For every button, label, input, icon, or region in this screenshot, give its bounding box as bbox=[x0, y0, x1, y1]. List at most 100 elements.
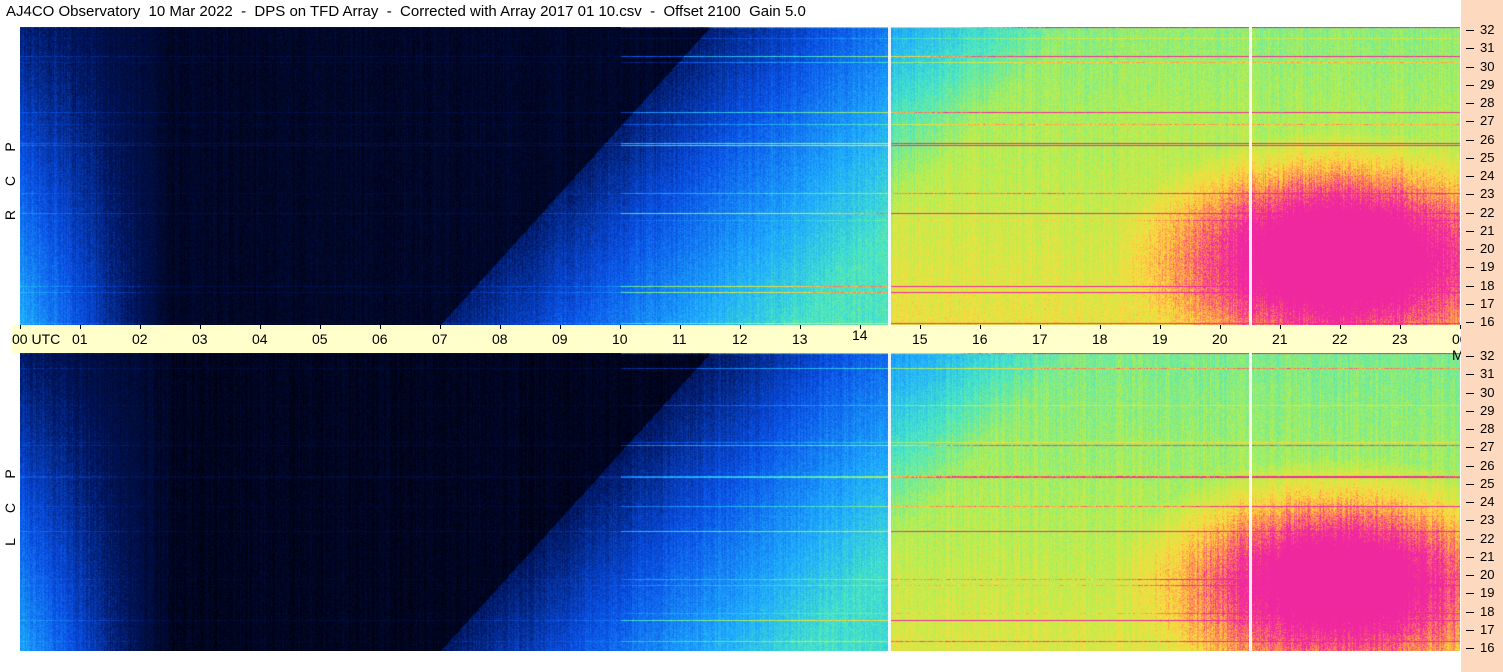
utc-tick bbox=[140, 325, 141, 329]
frequency-tick-label: 26 bbox=[1480, 457, 1495, 473]
utc-tick bbox=[380, 325, 381, 329]
rcp-spectrogram bbox=[20, 27, 1460, 325]
utc-tick-label: 13 bbox=[792, 331, 808, 347]
utc-tick bbox=[860, 325, 861, 329]
utc-tick-label: 10 bbox=[612, 331, 628, 347]
utc-tick-label: 09 bbox=[552, 331, 568, 347]
frequency-tick bbox=[1466, 322, 1474, 323]
utc-tick-label: 11 bbox=[672, 331, 687, 347]
pol-letter: C bbox=[2, 502, 18, 514]
utc-tick bbox=[1100, 325, 1101, 329]
time-marker-1 bbox=[888, 27, 891, 325]
frequency-tick-label: 19 bbox=[1480, 585, 1495, 601]
pol-letter: P bbox=[2, 469, 18, 479]
utc-tick bbox=[1340, 325, 1341, 329]
utc-tick bbox=[560, 325, 561, 329]
pol-letter: C bbox=[2, 175, 18, 187]
utc-tick-label: 02 bbox=[132, 331, 148, 347]
utc-tick bbox=[1220, 325, 1221, 329]
utc-tick-label: 00 UTC bbox=[12, 331, 61, 347]
frequency-tick-label: 20 bbox=[1480, 241, 1495, 256]
frequency-tick bbox=[1466, 212, 1474, 214]
utc-tick-label: 07 bbox=[432, 331, 448, 347]
frequency-tick-label: 21 bbox=[1480, 222, 1495, 238]
utc-tick-label: 16 bbox=[972, 331, 988, 347]
frequency-tick-label: 24 bbox=[1480, 494, 1495, 509]
frequency-tick-label: 27 bbox=[1480, 439, 1495, 455]
utc-tick bbox=[500, 325, 501, 329]
frequency-tick-label: 23 bbox=[1480, 512, 1495, 528]
frequency-tick bbox=[1466, 176, 1474, 177]
frequency-tick-label: 23 bbox=[1480, 186, 1495, 202]
frequency-tick bbox=[1466, 465, 1474, 467]
utc-tick bbox=[740, 325, 741, 329]
frequency-tick-label: 16 bbox=[1480, 640, 1495, 655]
time-marker-2 bbox=[1249, 27, 1252, 325]
frequency-tick-label: 29 bbox=[1480, 402, 1495, 418]
frequency-tick-label: 20 bbox=[1480, 567, 1495, 582]
utc-tick bbox=[680, 325, 681, 329]
frequency-tick-label: 28 bbox=[1480, 95, 1495, 110]
frequency-tick bbox=[1466, 249, 1474, 250]
utc-tick-label: 01 bbox=[72, 331, 88, 347]
utc-tick-label: 21 bbox=[1272, 331, 1288, 347]
frequency-tick bbox=[1466, 103, 1474, 104]
frequency-tick bbox=[1466, 303, 1474, 305]
frequency-tick bbox=[1466, 556, 1474, 558]
frequency-tick bbox=[1466, 84, 1474, 86]
frequency-tick bbox=[1466, 575, 1474, 576]
frequency-tick bbox=[1466, 520, 1474, 522]
frequency-tick-label: 18 bbox=[1480, 603, 1495, 619]
frequency-tick-label: 19 bbox=[1480, 259, 1495, 275]
frequency-tick-label: 31 bbox=[1480, 40, 1495, 56]
frequency-tick-label: 17 bbox=[1480, 295, 1495, 311]
frequency-tick bbox=[1466, 267, 1474, 269]
utc-tick bbox=[1400, 325, 1401, 329]
frequency-tick-label: 31 bbox=[1480, 366, 1495, 382]
frequency-tick bbox=[1466, 538, 1474, 540]
utc-tick bbox=[320, 325, 321, 329]
frequency-tick bbox=[1466, 285, 1474, 287]
utc-tick-label: 20 bbox=[1212, 331, 1228, 347]
pol-letter: R bbox=[2, 209, 18, 221]
frequency-tick bbox=[1466, 648, 1474, 649]
utc-tick bbox=[80, 325, 81, 329]
frequency-tick-label: 21 bbox=[1480, 548, 1495, 564]
frequency-tick-label: 30 bbox=[1480, 384, 1495, 400]
utc-tick bbox=[200, 325, 201, 329]
rcp-spectrogram-panel bbox=[20, 27, 1460, 325]
utc-tick-label: 04 bbox=[252, 331, 268, 347]
frequency-tick-label: 17 bbox=[1480, 621, 1495, 637]
utc-tick bbox=[920, 325, 921, 329]
frequency-tick bbox=[1466, 483, 1474, 485]
frequency-tick-label: 32 bbox=[1480, 348, 1495, 363]
utc-tick bbox=[620, 325, 621, 329]
frequency-tick-label: 18 bbox=[1480, 277, 1495, 293]
utc-tick-label: 03 bbox=[192, 331, 208, 347]
frequency-tick bbox=[1466, 194, 1474, 196]
frequency-tick bbox=[1466, 139, 1474, 141]
frequency-tick bbox=[1466, 392, 1474, 394]
utc-tick-label: 14 bbox=[852, 327, 868, 343]
frequency-tick bbox=[1466, 48, 1474, 50]
frequency-tick-label: 28 bbox=[1480, 421, 1495, 436]
time-marker-2 bbox=[1249, 353, 1252, 651]
utc-tick-label: 12 bbox=[732, 331, 748, 347]
lcp-label: L C P bbox=[0, 462, 20, 552]
frequency-tick bbox=[1466, 356, 1474, 357]
frequency-tick bbox=[1466, 157, 1474, 159]
frequency-tick-label: 29 bbox=[1480, 76, 1495, 92]
utc-tick-label: 23 bbox=[1392, 331, 1408, 347]
frequency-tick bbox=[1466, 593, 1474, 595]
utc-tick-label: 06 bbox=[372, 331, 388, 347]
frequency-tick bbox=[1466, 374, 1474, 376]
utc-tick bbox=[1160, 325, 1161, 329]
frequency-tick-label: 25 bbox=[1480, 149, 1495, 165]
utc-tick-label: 05 bbox=[312, 331, 328, 347]
utc-tick bbox=[440, 325, 441, 329]
utc-tick-label: 17 bbox=[1032, 331, 1048, 347]
utc-tick-label: 19 bbox=[1152, 331, 1168, 347]
lcp-spectrogram-panel bbox=[20, 353, 1460, 651]
frequency-tick bbox=[1466, 611, 1474, 613]
pol-letter: L bbox=[2, 538, 18, 546]
